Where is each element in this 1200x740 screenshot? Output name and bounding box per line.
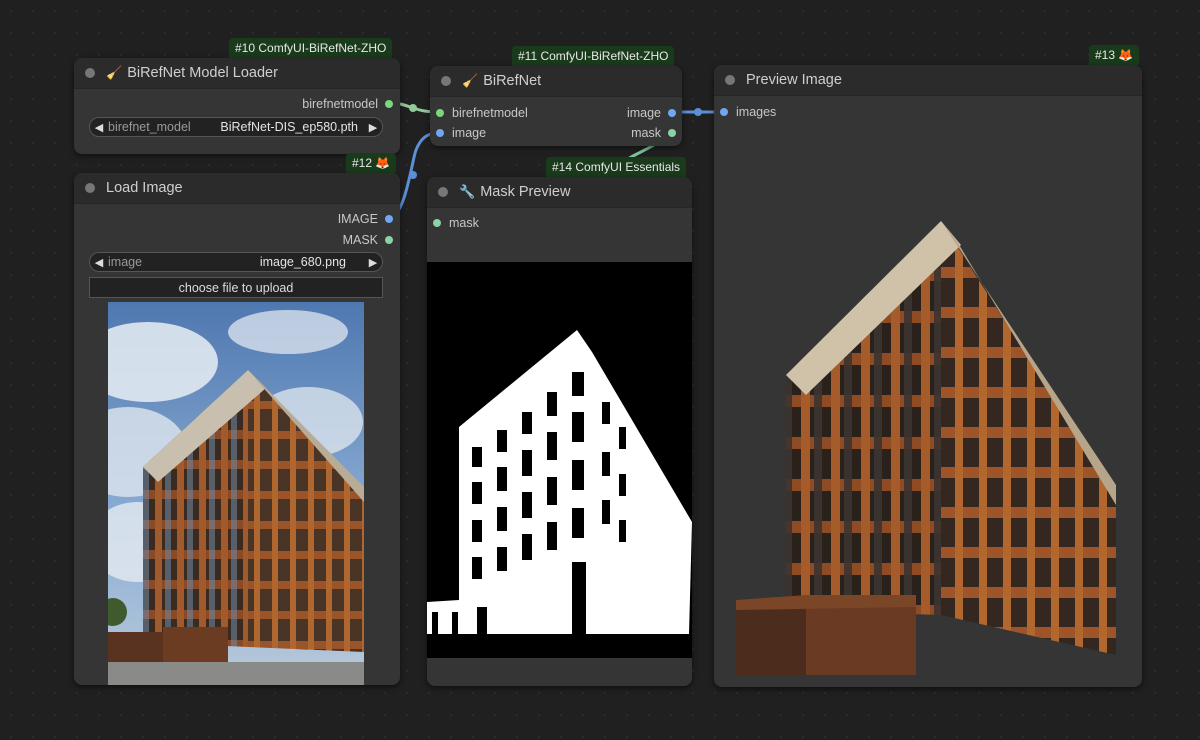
- node-title: BiRefNet Model Loader: [127, 65, 278, 81]
- output-slot-mask[interactable]: mask: [631, 125, 676, 141]
- node-title-bar[interactable]: Preview Image: [714, 65, 1142, 96]
- slot-label: birefnetmodel: [452, 106, 528, 120]
- widget-name: birefnet_model: [108, 120, 191, 134]
- input-slot-birefnetmodel[interactable]: birefnetmodel: [436, 105, 528, 121]
- collapse-toggle[interactable]: [441, 76, 451, 86]
- arrow-right-icon[interactable]: ▶: [364, 256, 382, 269]
- slot-label: MASK: [342, 233, 378, 247]
- slot-connector[interactable]: [720, 108, 728, 116]
- node-id-badge: #13 🦊: [1089, 45, 1140, 65]
- widget-name: image: [108, 255, 143, 269]
- slot-label: mask: [449, 216, 479, 230]
- slot-label: images: [736, 105, 777, 119]
- input-photo-building: [108, 302, 364, 685]
- slot-connector[interactable]: [385, 215, 393, 223]
- node-mask-preview[interactable]: 🔧 Mask Preview mask: [427, 177, 692, 686]
- output-slot-birefnetmodel[interactable]: birefnetmodel: [302, 96, 393, 112]
- collapse-toggle[interactable]: [438, 187, 448, 197]
- node-title-bar[interactable]: 🧹 BiRefNet Model Loader: [74, 58, 400, 89]
- slot-connector[interactable]: [385, 236, 393, 244]
- node-load-image[interactable]: Load Image IMAGE MASK ◀ image image_680.…: [74, 173, 400, 685]
- node-id-badge: #10 ComfyUI-BiRefNet-ZHO: [229, 38, 393, 58]
- arrow-left-icon[interactable]: ◀: [90, 256, 108, 269]
- output-slot-image[interactable]: image: [627, 105, 676, 121]
- collapse-toggle[interactable]: [85, 68, 95, 78]
- slot-connector[interactable]: [433, 219, 441, 227]
- slot-label: image: [452, 126, 487, 140]
- node-id-badge: #11 ComfyUI-BiRefNet-ZHO: [512, 46, 675, 66]
- preview-cutout-image: [736, 215, 1121, 675]
- slot-connector[interactable]: [385, 100, 393, 108]
- broom-icon: 🧹: [106, 65, 123, 80]
- node-title-bar[interactable]: 🔧 Mask Preview: [427, 177, 692, 208]
- slot-label: mask: [631, 126, 661, 140]
- input-slot-mask[interactable]: mask: [433, 215, 479, 231]
- wrench-icon: 🔧: [459, 184, 476, 199]
- widget-value: BiRefNet-DIS_ep580.pth: [220, 120, 358, 134]
- slot-connector[interactable]: [668, 129, 676, 137]
- output-slot-mask[interactable]: MASK: [343, 232, 393, 248]
- node-birefnet[interactable]: 🧹 BiRefNet birefnetmodel image image mas…: [430, 66, 682, 146]
- node-title-bar[interactable]: 🧹 BiRefNet: [430, 66, 682, 97]
- slot-label: IMAGE: [337, 212, 378, 226]
- node-title-bar[interactable]: Load Image: [74, 173, 400, 204]
- arrow-right-icon[interactable]: ▶: [364, 121, 382, 134]
- input-slot-images[interactable]: images: [720, 104, 776, 120]
- arrow-left-icon[interactable]: ◀: [90, 121, 108, 134]
- input-slot-image[interactable]: image: [436, 125, 486, 141]
- mask-preview-image: [427, 262, 692, 658]
- node-id-badge: #12 🦊: [346, 153, 397, 173]
- node-birefnet-model-loader[interactable]: 🧹 BiRefNet Model Loader birefnetmodel ◀ …: [74, 58, 400, 154]
- output-slot-image[interactable]: IMAGE: [338, 211, 393, 227]
- birefnet-model-combo[interactable]: ◀ birefnet_model BiRefNet-DIS_ep580.pth …: [89, 117, 383, 137]
- upload-button[interactable]: choose file to upload: [89, 277, 383, 298]
- node-title: BiRefNet: [483, 73, 542, 89]
- node-id-badge: #14 ComfyUI Essentials: [546, 157, 687, 177]
- slot-connector[interactable]: [436, 129, 444, 137]
- node-preview-image[interactable]: Preview Image images: [714, 65, 1142, 687]
- node-title: Load Image: [106, 180, 183, 196]
- collapse-toggle[interactable]: [725, 75, 735, 85]
- node-title: Preview Image: [746, 72, 842, 88]
- broom-icon: 🧹: [462, 73, 479, 88]
- node-title: Mask Preview: [480, 184, 571, 200]
- slot-connector[interactable]: [436, 109, 444, 117]
- image-combo[interactable]: ◀ image image_680.png ▶: [89, 252, 383, 272]
- slot-connector[interactable]: [668, 109, 676, 117]
- widget-value: image_680.png: [259, 255, 346, 269]
- collapse-toggle[interactable]: [85, 183, 95, 193]
- slot-label: birefnetmodel: [302, 97, 378, 111]
- slot-label: image: [626, 106, 661, 120]
